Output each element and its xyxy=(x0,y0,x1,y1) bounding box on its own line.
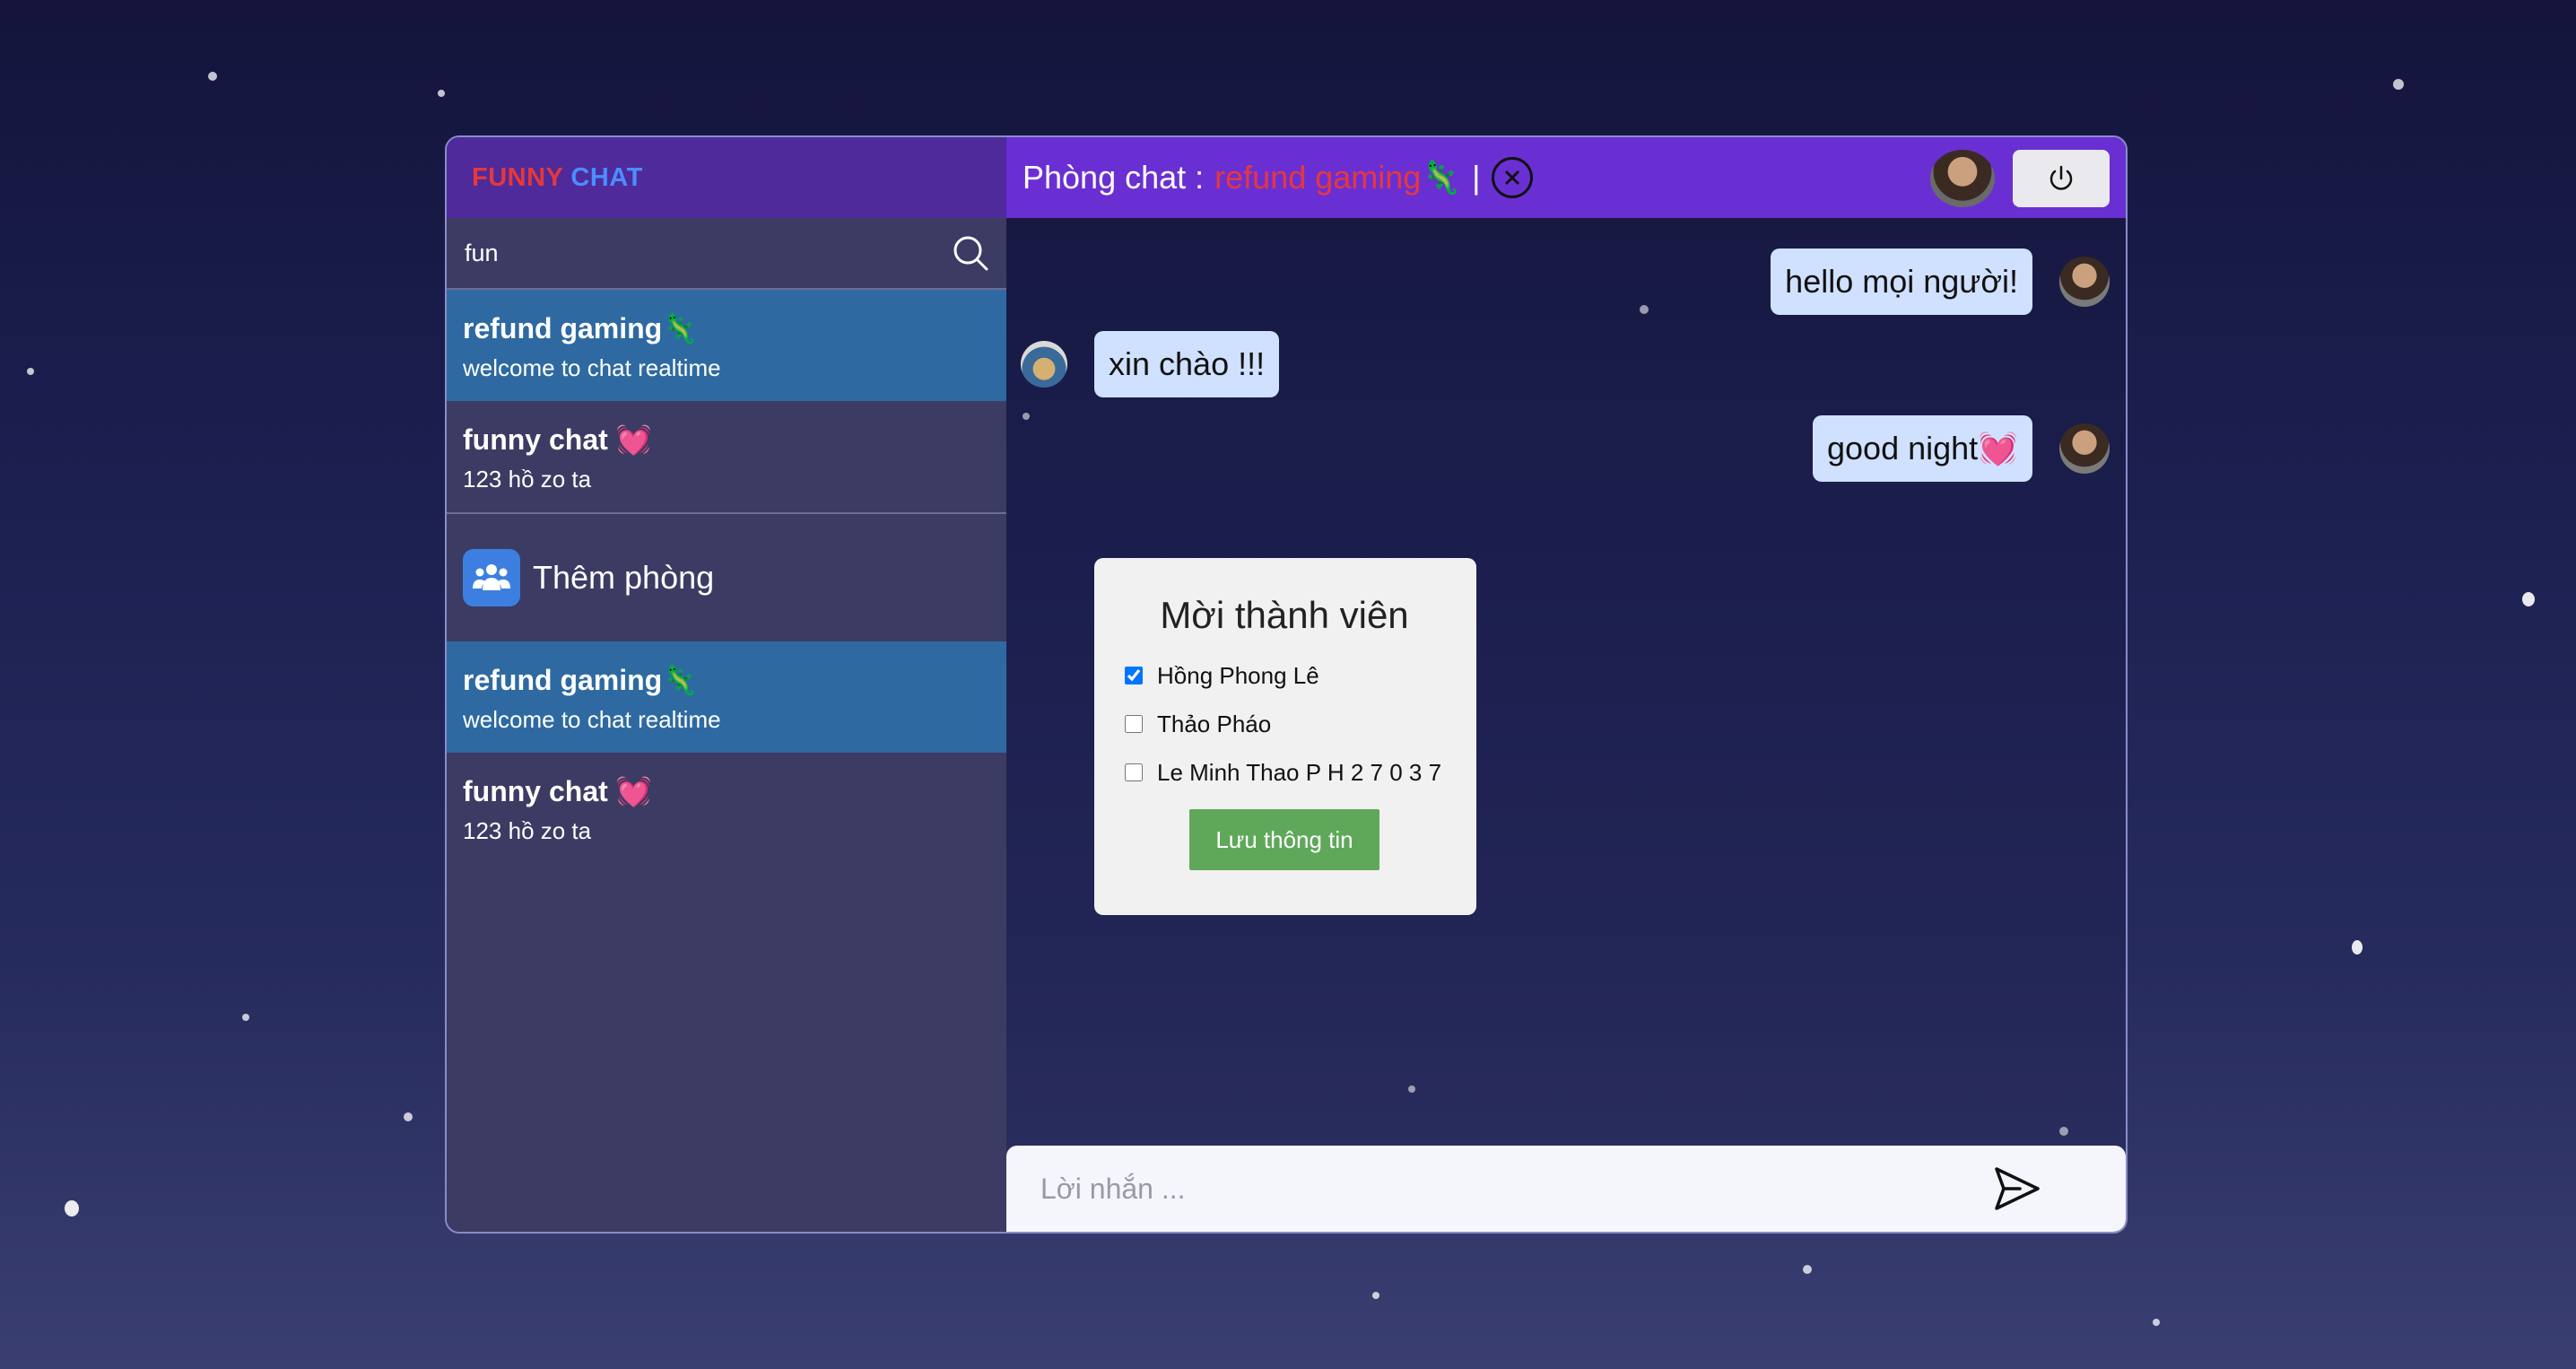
message-composer xyxy=(1006,1146,2126,1232)
room-last-message: 123 hồ zo ta xyxy=(463,466,592,493)
room-name: funny chat 💓 xyxy=(463,423,652,456)
save-button[interactable]: Lưu thông tin xyxy=(1189,809,1379,870)
room-name: refund gaming🦎 xyxy=(463,312,699,344)
room-name: funny chat 💓 xyxy=(463,775,652,807)
close-circle-icon[interactable] xyxy=(1491,157,1533,198)
message-bubble: good night💓 xyxy=(1813,415,2032,482)
invite-members-modal: Mời thành viên Hồng Phong Lê Thảo Pháo L… xyxy=(1094,558,1476,915)
room-last-message: welcome to chat realtime xyxy=(463,706,721,733)
member-checkbox[interactable] xyxy=(1125,763,1143,781)
brand-word-chat: CHAT xyxy=(570,162,643,192)
chat-main-panel: Phòng chat : refund gaming🦎 | hello mọi … xyxy=(1006,137,2126,1232)
header-separator: | xyxy=(1472,159,1481,196)
add-room-button[interactable]: Thêm phòng xyxy=(447,514,1006,641)
user-avatar[interactable] xyxy=(1930,150,1995,207)
sidebar: FUNNY CHAT refund gaming🦎 welcome to cha… xyxy=(447,137,1006,1232)
message-outgoing: good night💓 xyxy=(1813,415,2110,482)
room-item-refund-gaming[interactable]: refund gaming🦎 welcome to chat realtime xyxy=(447,290,1006,401)
room-name: refund gaming🦎 xyxy=(463,664,699,696)
room-item-refund-gaming[interactable]: refund gaming🦎 welcome to chat realtime xyxy=(447,641,1006,753)
search-icon[interactable] xyxy=(951,233,990,273)
add-room-label: Thêm phòng xyxy=(533,559,715,596)
chat-header: Phòng chat : refund gaming🦎 | xyxy=(1006,137,2126,218)
member-option[interactable]: Thảo Pháo xyxy=(1125,710,1444,737)
send-icon[interactable] xyxy=(1989,1162,2043,1216)
room-last-message: welcome to chat realtime xyxy=(463,354,721,381)
member-option[interactable]: Le Minh Thao P H 2 7 0 3 7 xyxy=(1125,758,1444,786)
member-name: Le Minh Thao P H 2 7 0 3 7 xyxy=(1157,758,1442,786)
room-last-message: 123 hồ zo ta xyxy=(463,817,592,844)
message-outgoing: hello mọi người! xyxy=(1771,249,2110,315)
brand-word-funny: FUNNY xyxy=(472,162,564,192)
brand-logo: FUNNY CHAT xyxy=(447,137,1006,218)
sender-avatar xyxy=(2059,423,2110,474)
current-room-name: refund gaming🦎 xyxy=(1214,159,1462,196)
member-name: Thảo Pháo xyxy=(1157,710,1272,737)
power-icon xyxy=(2049,165,2073,190)
member-option[interactable]: Hồng Phong Lê xyxy=(1125,661,1444,689)
room-item-funny-chat[interactable]: funny chat 💓 123 hồ zo ta xyxy=(447,401,1006,512)
sender-avatar xyxy=(2059,257,2110,307)
message-incoming: xin chào !!! xyxy=(1021,331,1280,397)
member-checkbox[interactable] xyxy=(1125,667,1143,684)
group-add-icon xyxy=(463,549,520,606)
message-bubble: hello mọi người! xyxy=(1771,249,2032,315)
message-bubble: xin chào !!! xyxy=(1094,331,1280,397)
room-search-bar xyxy=(447,218,1006,290)
room-title-prefix: Phòng chat : xyxy=(1023,159,1205,196)
member-checkbox[interactable] xyxy=(1125,715,1143,733)
room-search-input[interactable] xyxy=(463,238,951,268)
sender-avatar xyxy=(1021,341,1067,388)
member-name: Hồng Phong Lê xyxy=(1157,661,1319,689)
logout-button[interactable] xyxy=(2013,150,2110,207)
chat-app-window: FUNNY CHAT refund gaming🦎 welcome to cha… xyxy=(445,135,2128,1234)
room-item-funny-chat[interactable]: funny chat 💓 123 hồ zo ta xyxy=(447,753,1006,864)
modal-title: Mời thành viên xyxy=(1160,594,1409,636)
message-input[interactable] xyxy=(1039,1171,1989,1207)
